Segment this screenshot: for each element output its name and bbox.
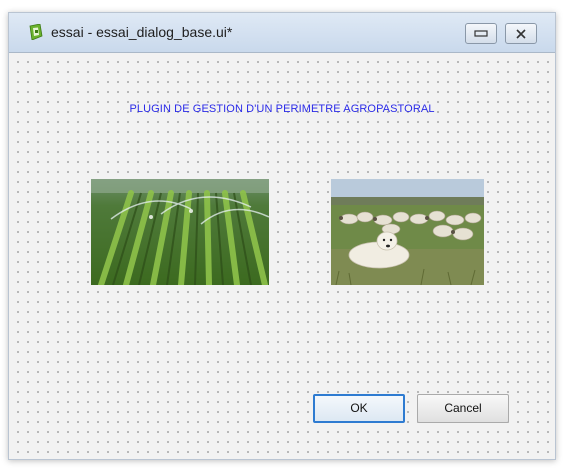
form-canvas: PLUGIN DE GESTION D'UN PERIMETRE AGROPAS… xyxy=(9,53,555,459)
ok-button[interactable]: OK xyxy=(313,394,405,423)
plugin-heading-label: PLUGIN DE GESTION D'UN PERIMETRE AGROPAS… xyxy=(129,103,435,115)
irrigation-field-image xyxy=(91,179,269,285)
qt-designer-app-icon xyxy=(29,24,43,40)
minimize-icon xyxy=(474,29,488,37)
minimize-button[interactable] xyxy=(465,23,497,44)
close-button[interactable] xyxy=(505,23,537,44)
cancel-button[interactable]: Cancel xyxy=(417,394,509,423)
close-icon xyxy=(516,28,526,39)
sheep-pasture-image xyxy=(331,179,484,285)
dialog-window: essai - essai_dialog_base.ui* PLUGIN DE … xyxy=(8,12,556,460)
title-bar[interactable]: essai - essai_dialog_base.ui* xyxy=(9,13,555,53)
window-title: essai - essai_dialog_base.ui* xyxy=(51,24,233,40)
